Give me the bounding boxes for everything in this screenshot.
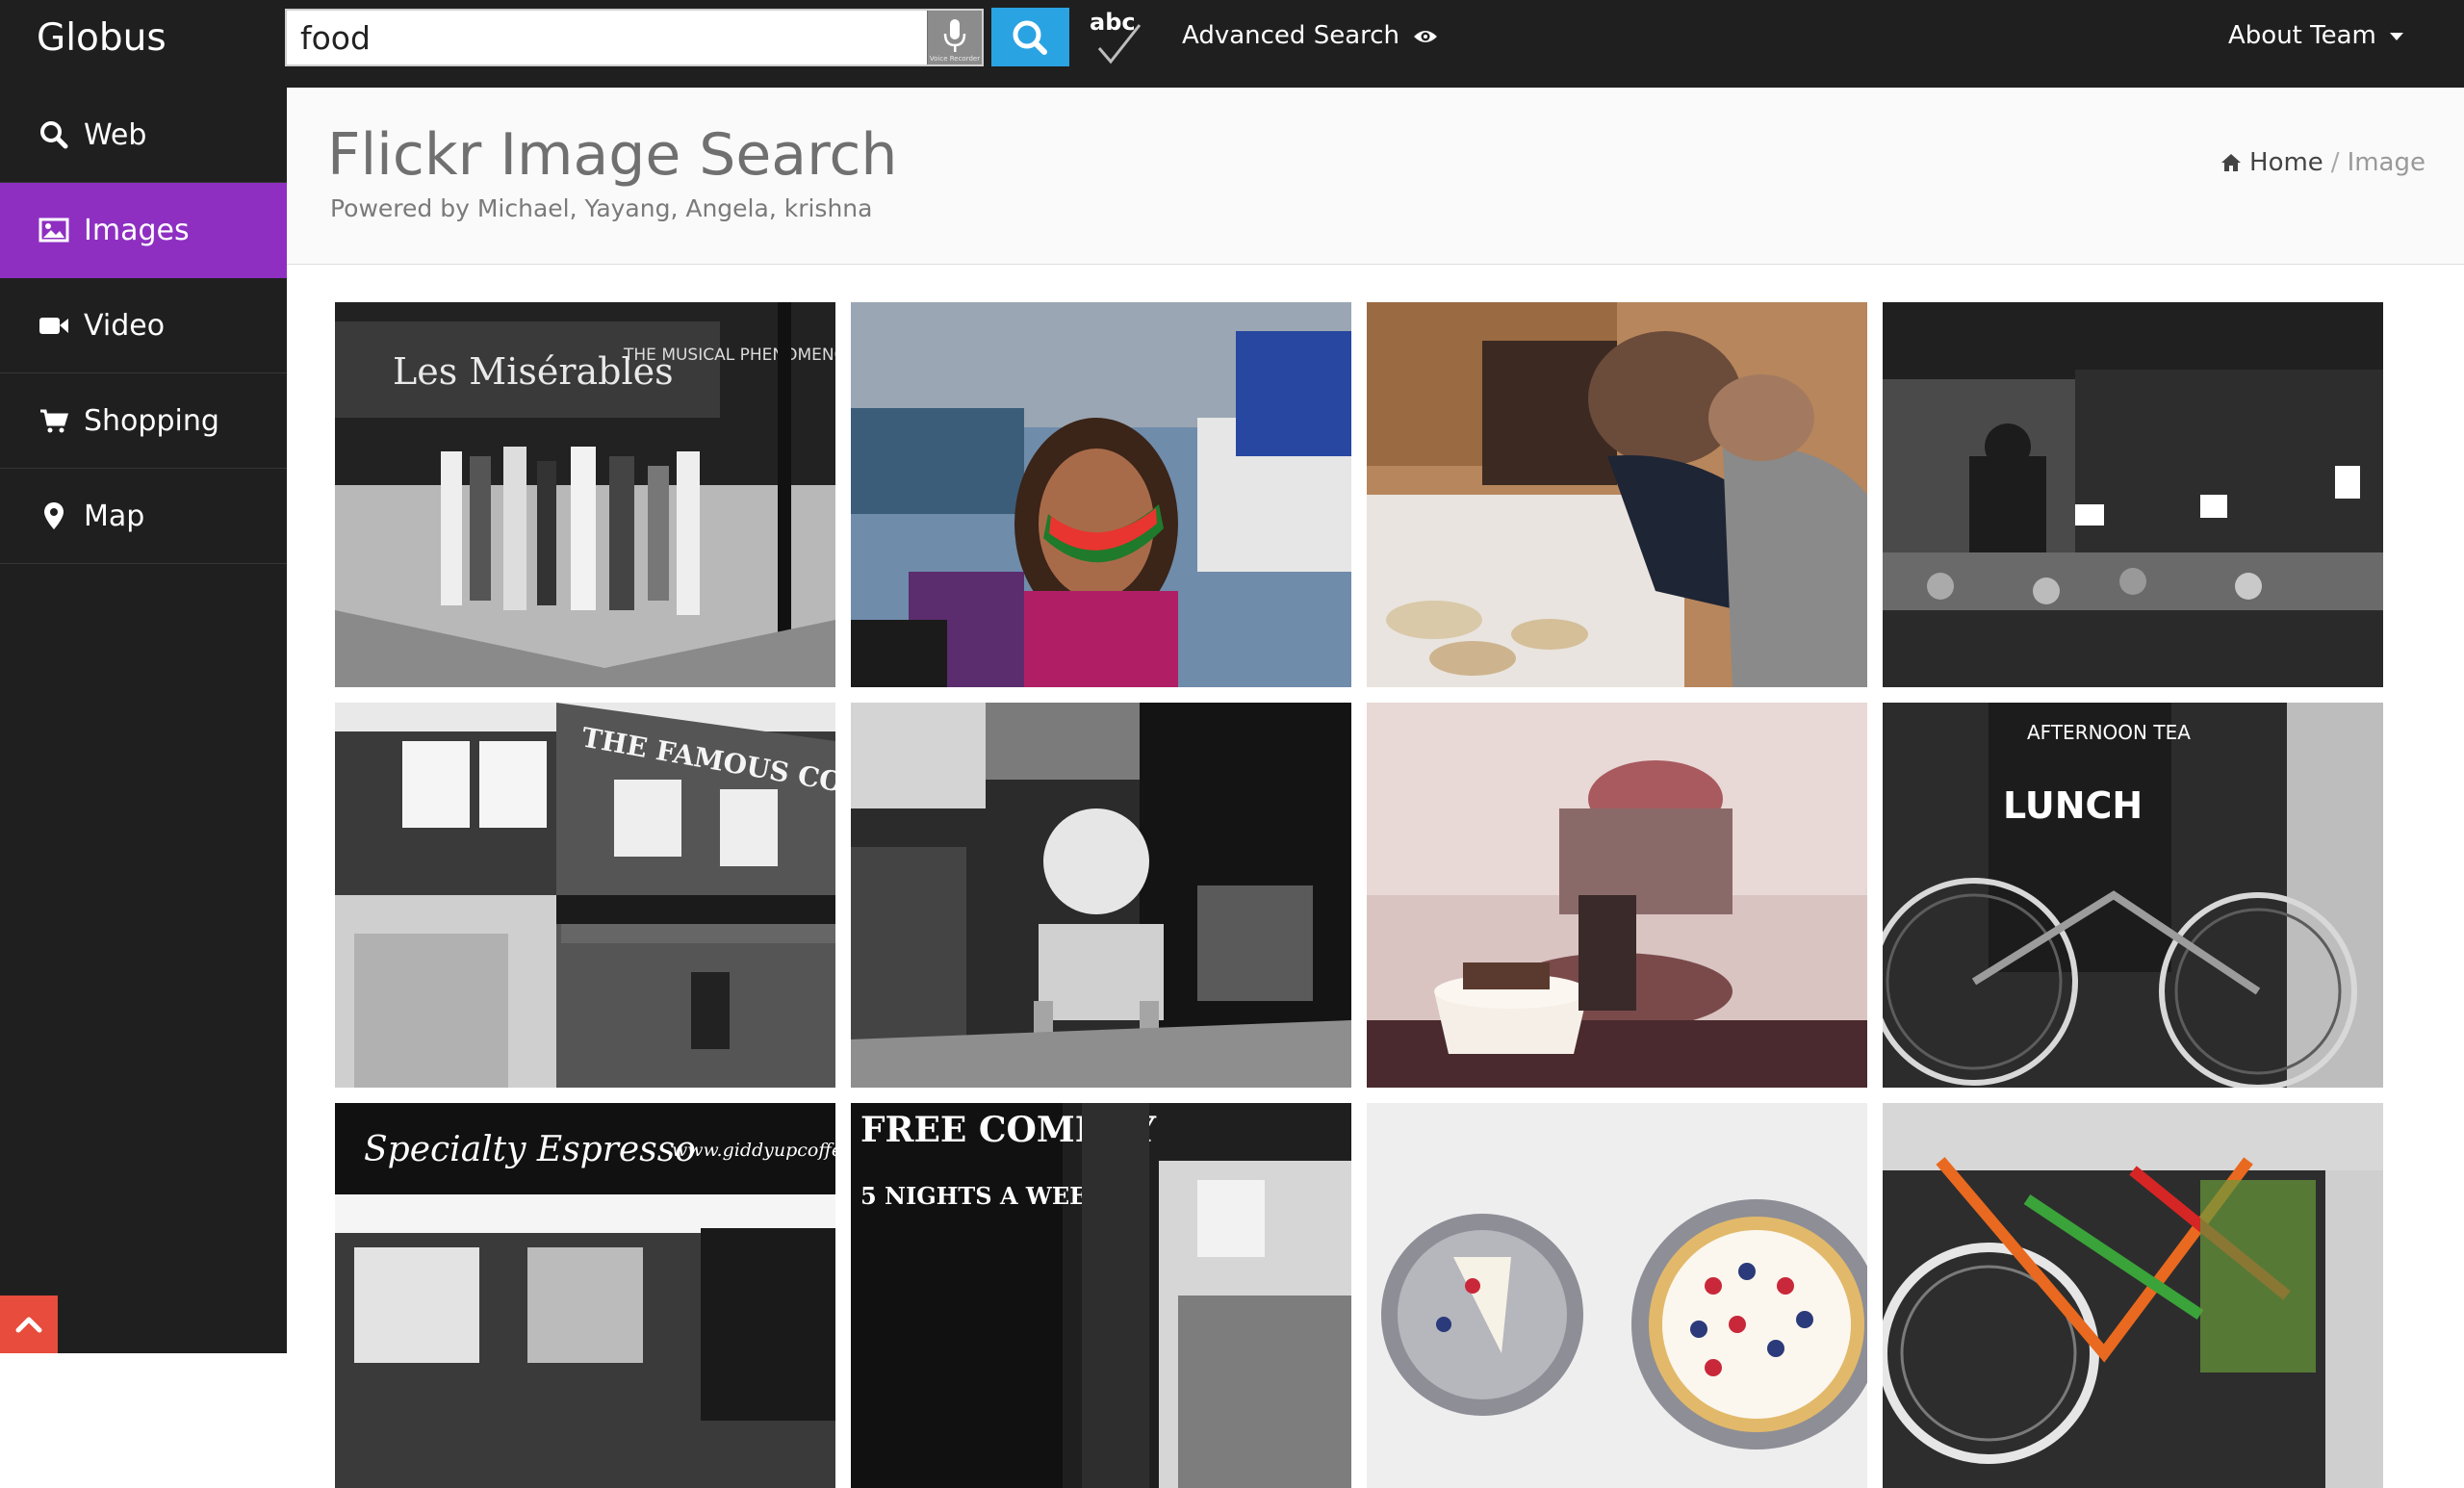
- top-navbar: Globus Voice Recorder abc Advanced Searc…: [0, 0, 2464, 88]
- photo-subcaption: AFTERNOON TEA: [2027, 721, 2191, 744]
- photo-subcaption: 5 NIGHTS A WEEK: [860, 1182, 1108, 1210]
- back-to-top-button[interactable]: [0, 1296, 58, 1353]
- sidebar-item-video[interactable]: Video: [0, 278, 287, 373]
- chevron-up-icon: [15, 1317, 42, 1333]
- search-icon: [40, 121, 68, 149]
- photo-image: [1883, 302, 2383, 687]
- photo-image: Specialty Espresso www.giddyupcoffee.co: [335, 1103, 835, 1488]
- image-icon: [38, 218, 69, 243]
- breadcrumb-home-link[interactable]: Home: [2249, 148, 2323, 177]
- photo-thumbnail[interactable]: [851, 703, 1351, 1088]
- about-team-label: About Team: [2228, 21, 2376, 50]
- video-icon: [39, 318, 68, 334]
- photo-thumbnail[interactable]: Les Misérables THE MUSICAL PHENOMENON: [335, 302, 835, 687]
- photo-image: FREE COMEDY 5 NIGHTS A WEEK: [851, 1103, 1351, 1488]
- eye-icon: [1414, 30, 1438, 42]
- map-pin-icon: [44, 502, 64, 529]
- photo-thumbnail[interactable]: [1367, 302, 1867, 687]
- voice-recorder-button[interactable]: Voice Recorder: [927, 11, 982, 64]
- page-header: Flickr Image Search Powered by Michael, …: [287, 88, 2464, 265]
- breadcrumb-separator: /: [2330, 148, 2340, 177]
- photo-thumbnail[interactable]: [851, 302, 1351, 687]
- photo-image: Les Misérables THE MUSICAL PHENOMENON: [335, 302, 835, 687]
- about-team-dropdown[interactable]: About Team: [2228, 14, 2404, 57]
- brand-logo[interactable]: Globus: [37, 13, 167, 64]
- photo-thumbnail[interactable]: THE FAMOUS COCK: [335, 703, 835, 1088]
- sidebar-item-shopping[interactable]: Shopping: [0, 373, 287, 469]
- photo-thumbnail[interactable]: [1367, 1103, 1867, 1488]
- photo-image: AFTERNOON TEA LUNCH: [1883, 703, 2383, 1088]
- sidebar-item-label: Map: [84, 500, 145, 533]
- photo-thumbnail[interactable]: AFTERNOON TEA LUNCH: [1883, 703, 2383, 1088]
- breadcrumb: Home / Image: [2220, 145, 2426, 180]
- photo-image: [1367, 302, 1867, 687]
- photo-thumbnail[interactable]: FREE COMEDY 5 NIGHTS A WEEK: [851, 1103, 1351, 1488]
- sidebar-item-label: Images: [84, 214, 190, 247]
- photo-thumbnail[interactable]: [1883, 1103, 2383, 1488]
- photo-thumbnail[interactable]: Specialty Espresso www.giddyupcoffee.co: [335, 1103, 835, 1488]
- spell-check-icon: abc: [1090, 9, 1142, 64]
- photo-image: THE FAMOUS COCK: [335, 703, 835, 1088]
- sidebar: Web Images Video Shopping Map: [0, 88, 287, 1353]
- sidebar-item-label: Web: [84, 118, 147, 152]
- photo-caption: Specialty Espresso: [364, 1130, 696, 1169]
- advanced-search-link[interactable]: Advanced Search: [1182, 14, 1438, 57]
- sidebar-item-label: Video: [84, 309, 166, 343]
- breadcrumb-current: Image: [2347, 148, 2426, 177]
- photo-thumbnail[interactable]: [1367, 703, 1867, 1088]
- sidebar-item-label: Shopping: [84, 404, 219, 438]
- search-icon: [1013, 20, 1047, 55]
- page-title: Flickr Image Search: [327, 121, 898, 189]
- mic-caption: Voice Recorder: [929, 55, 981, 63]
- photo-subcaption: THE MUSICAL PHENOMENON: [623, 346, 835, 365]
- spell-check-button[interactable]: abc: [1086, 6, 1153, 73]
- spell-check-label: abc: [1090, 9, 1136, 36]
- search-box: Voice Recorder: [285, 9, 984, 66]
- photo-image: [851, 703, 1351, 1088]
- photo-thumbnail[interactable]: [1883, 302, 2383, 687]
- photo-image: [1367, 1103, 1867, 1488]
- home-icon: [2221, 154, 2242, 171]
- search-input[interactable]: [287, 11, 930, 64]
- caret-down-icon: [2390, 32, 2404, 40]
- search-button[interactable]: [991, 8, 1069, 66]
- advanced-search-label: Advanced Search: [1182, 21, 1400, 50]
- sidebar-item-web[interactable]: Web: [0, 88, 287, 183]
- sidebar-item-images[interactable]: Images: [0, 183, 287, 278]
- cart-icon: [40, 409, 69, 433]
- photo-image: [1883, 1103, 2383, 1488]
- photo-image: [851, 302, 1351, 687]
- page-subtitle: Powered by Michael, Yayang, Angela, kris…: [330, 194, 873, 222]
- photo-image: [1367, 703, 1867, 1088]
- photo-caption: LUNCH: [2003, 784, 2143, 827]
- sidebar-item-map[interactable]: Map: [0, 469, 287, 564]
- photo-subcaption: www.giddyupcoffee.co: [672, 1140, 835, 1161]
